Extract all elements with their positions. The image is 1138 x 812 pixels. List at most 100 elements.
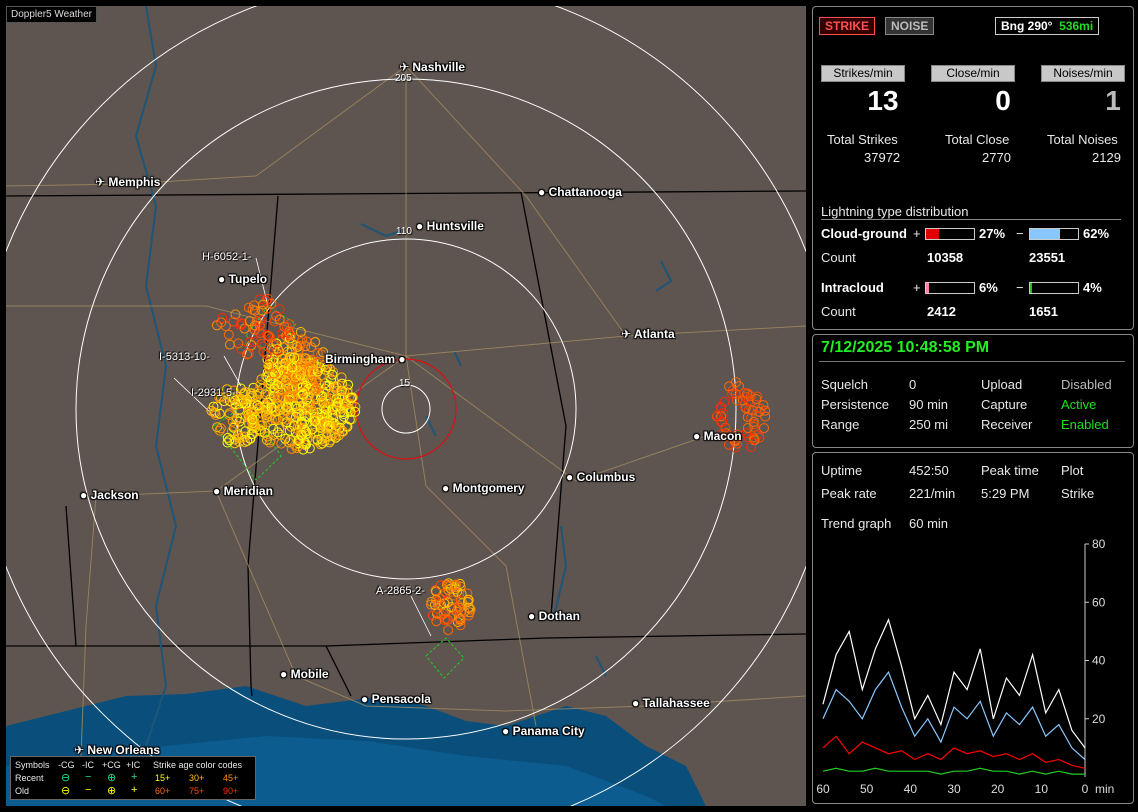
map-basemap — [6, 6, 806, 806]
capture-value[interactable]: Active — [1061, 397, 1096, 412]
lightning-map[interactable]: Doppler5 Weather ✈ Nashville ✈ Memphis ●… — [6, 6, 806, 806]
age-code: 75+ — [189, 786, 205, 796]
strike-marker — [223, 329, 234, 340]
x-tick-label: 50 — [860, 782, 874, 796]
city-huntsville: ● Huntsville — [416, 219, 484, 233]
city-label: Columbus — [576, 470, 636, 484]
strikes-min-value: 13 — [867, 85, 899, 116]
storm-label[interactable]: I-5313-10- — [159, 351, 210, 363]
uptime-value: 452:50 — [909, 463, 949, 478]
series-line-3 — [822, 767, 1085, 775]
city-tallahassee: ● Tallahassee — [632, 696, 710, 710]
strikes-min-header[interactable]: Strikes/min — [821, 65, 905, 82]
datetime: 7/12/2025 10:48:58 PM — [821, 339, 990, 356]
noise-button[interactable]: NOISE — [885, 17, 935, 35]
pos-ic-icon: + — [131, 771, 138, 783]
ring-label-inner: 15 — [399, 378, 411, 389]
minus-sign: − — [1016, 226, 1024, 241]
legend-old-label: Old — [15, 786, 30, 796]
total-noises-label: Total Noises — [1047, 132, 1118, 147]
age-code: 15+ — [155, 773, 171, 783]
storm-label[interactable]: A-2865-2- — [376, 585, 425, 597]
city-birmingham: Birmingham ● — [325, 352, 406, 366]
strike-marker — [462, 588, 473, 599]
peak-time-label: Peak time — [981, 463, 1039, 478]
city-label: Pensacola — [371, 692, 431, 706]
ring-label-middle: 110 — [396, 226, 412, 237]
city-nashville: ✈ Nashville — [399, 60, 466, 74]
total-close-label: Total Close — [945, 132, 1010, 147]
strike-button[interactable]: STRIKE — [819, 17, 876, 35]
legend-symbols-label: Symbols — [15, 760, 50, 770]
status-panel: 7/12/2025 10:48:58 PM Squelch 0 Upload D… — [812, 334, 1134, 448]
x-tick-label: 60 — [816, 782, 830, 796]
cg-negative-bar — [1029, 228, 1079, 240]
ic-positive-count: 2412 — [927, 304, 956, 319]
city-label: Memphis — [108, 175, 161, 189]
distribution-title: Lightning type distribution — [821, 204, 1121, 220]
app-title: Doppler5 Weather — [6, 6, 97, 23]
strike-marker — [274, 304, 285, 315]
distance-value: 536mi — [1059, 19, 1094, 33]
total-strikes-label: Total Strikes — [827, 132, 898, 147]
strike-marker — [269, 316, 280, 327]
x-tick-label: 20 — [991, 782, 1005, 796]
city-atlanta: ✈ Atlanta — [621, 327, 675, 341]
city-meridian: ● Meridian — [213, 484, 273, 498]
city-label: Birmingham — [325, 352, 396, 366]
trend-graph-value[interactable]: 60 min — [909, 516, 948, 531]
bearing-readout: Bng 290° 536mi — [995, 17, 1100, 35]
upload-label: Upload — [981, 377, 1023, 392]
city-pensacola: ● Pensacola — [361, 692, 431, 706]
strike-marker — [233, 338, 244, 349]
total-strikes-value: 37972 — [864, 150, 901, 165]
city-dothan: ● Dothan — [528, 609, 580, 623]
total-close-value: 2770 — [982, 150, 1011, 165]
squelch-value[interactable]: 0 — [909, 377, 916, 392]
city-new-orleans: ✈ New Orleans — [74, 743, 161, 757]
x-tick-label: 10 — [1035, 782, 1049, 796]
receiver-value[interactable]: Enabled — [1061, 417, 1109, 432]
city-label: Panama City — [512, 724, 585, 738]
noises-min-header[interactable]: Noises/min — [1041, 65, 1125, 82]
city-label: Macon — [703, 429, 742, 443]
peak-rate-value: 221/min — [909, 486, 956, 501]
range-value[interactable]: 250 mi — [909, 417, 948, 432]
plus-sign: + — [913, 280, 921, 295]
series-line-2 — [822, 735, 1086, 769]
y-tick-label: 60 — [1092, 595, 1106, 609]
ic-positive-bar — [925, 282, 975, 294]
strike-layer — [206, 293, 771, 636]
storm-label[interactable]: I-2931-5- — [191, 387, 236, 399]
neg-ic-icon: − — [85, 771, 92, 783]
cg-positive-count: 10358 — [927, 250, 964, 265]
city-label: Nashville — [412, 60, 466, 74]
divider — [819, 361, 1125, 362]
strike-marker — [754, 432, 765, 443]
ic-count-label: Count — [821, 304, 856, 319]
pos-cg-old-icon: ⊕ — [107, 785, 117, 797]
persistence-value[interactable]: 90 min — [909, 397, 948, 412]
minus-sign: − — [1016, 280, 1024, 295]
city-montgomery: ● Montgomery — [442, 481, 525, 495]
x-tick-label: 0 — [1082, 782, 1089, 796]
legend-col: -IC — [82, 760, 94, 770]
city-label: Montgomery — [452, 481, 525, 495]
cg-positive-pct: 27% — [979, 226, 1006, 241]
storm-label[interactable]: H-6052-1- — [202, 251, 252, 263]
close-min-header[interactable]: Close/min — [931, 65, 1015, 82]
city-panama-city: ● Panama City — [502, 724, 585, 738]
cloud-ground-label: Cloud-ground — [821, 226, 907, 241]
legend-col: +CG — [102, 760, 121, 770]
age-code: 90+ — [223, 786, 239, 796]
legend-col: +IC — [126, 760, 141, 770]
x-tick-label: 40 — [904, 782, 918, 796]
city-label: Atlanta — [633, 327, 675, 341]
stats-panel: STRIKE NOISE Bng 290° 536mi Strikes/min … — [812, 6, 1134, 330]
plot-label: Plot — [1061, 463, 1084, 478]
age-code: 45+ — [223, 773, 239, 783]
peak-rate-label: Peak rate — [821, 486, 877, 501]
x-unit-label: min — [1095, 782, 1114, 796]
plot-value[interactable]: Strike — [1061, 486, 1094, 501]
upload-value[interactable]: Disabled — [1061, 377, 1112, 392]
